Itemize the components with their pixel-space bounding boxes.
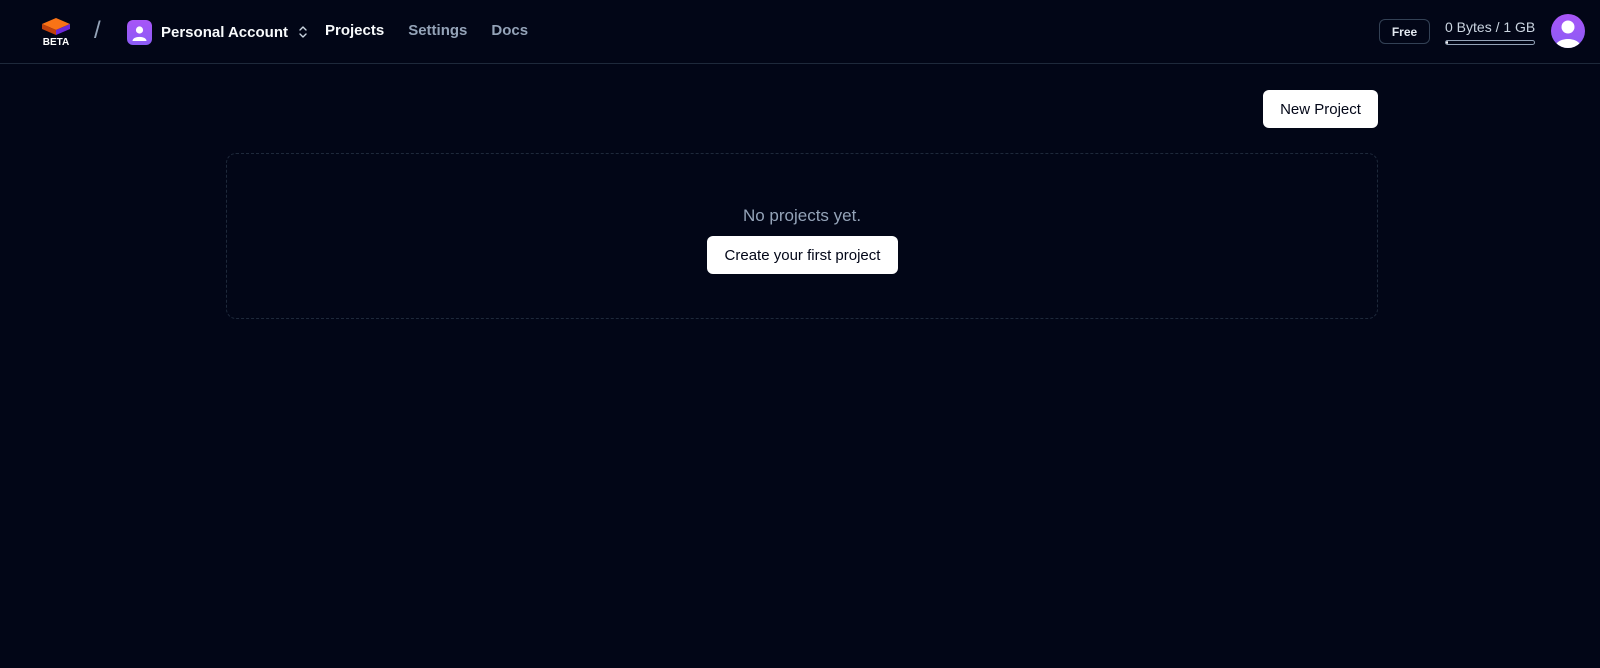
storage-progress-bar — [1445, 40, 1535, 45]
account-switcher[interactable]: Personal Account — [127, 18, 309, 46]
logo-text: BETA — [43, 37, 69, 46]
account-avatar — [127, 19, 152, 45]
nav-settings[interactable]: Settings — [408, 22, 467, 39]
breadcrumb-separator: / — [94, 17, 101, 44]
create-first-project-button[interactable]: Create your first project — [707, 236, 898, 274]
user-avatar[interactable] — [1551, 14, 1585, 48]
storage-usage: 0 Bytes / 1 GB — [1445, 19, 1537, 45]
empty-state-message: No projects yet. — [742, 206, 862, 225]
storage-usage-text: 0 Bytes / 1 GB — [1445, 19, 1536, 35]
account-name: Personal Account — [161, 23, 288, 41]
storage-progress-fill — [1446, 41, 1448, 44]
nav-docs[interactable]: Docs — [491, 22, 528, 39]
top-navigation-bar: BETA / Personal Account Projects Setting… — [0, 0, 1600, 64]
user-icon — [132, 25, 147, 41]
empty-projects-panel: No projects yet. Create your first proje… — [226, 153, 1378, 319]
logo-icon: BETA — [42, 18, 70, 48]
new-project-button[interactable]: New Project — [1263, 90, 1378, 128]
chevron-up-down-icon — [299, 26, 307, 38]
main-nav: Projects Settings Docs — [325, 22, 528, 39]
nav-projects[interactable]: Projects — [325, 22, 384, 39]
user-avatar-icon — [1555, 20, 1581, 48]
plan-badge[interactable]: Free — [1379, 19, 1430, 44]
app-logo[interactable]: BETA — [40, 16, 72, 48]
